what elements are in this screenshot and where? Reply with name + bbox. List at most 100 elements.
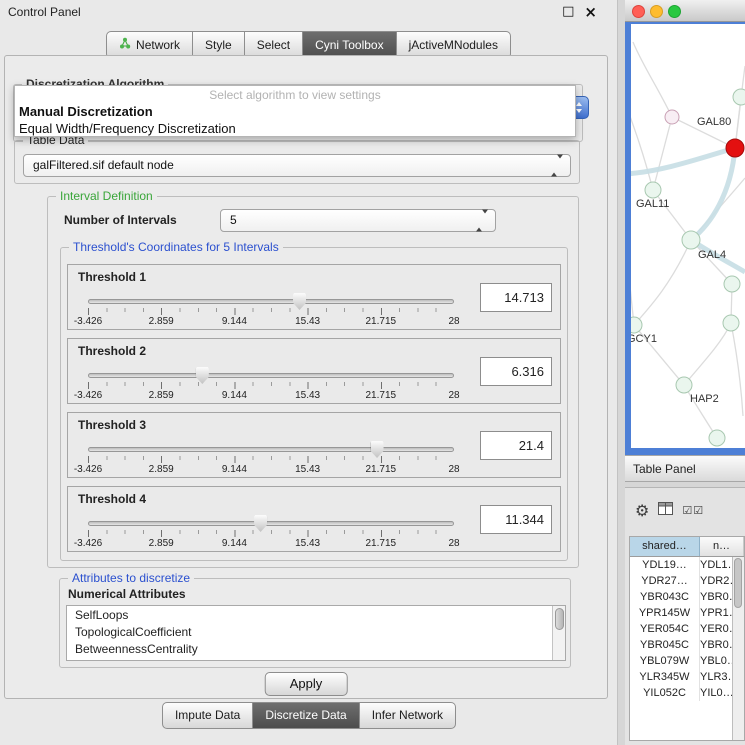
list-item[interactable]: SelfLoops [67, 607, 551, 624]
zoom-traffic-light[interactable] [668, 5, 681, 18]
table-cell[interactable]: YPR1… [700, 605, 732, 621]
network-node[interactable] [645, 182, 661, 198]
network-edge-thick [631, 148, 735, 174]
table-cell[interactable]: YLR345W [630, 669, 700, 685]
network-node[interactable] [724, 276, 740, 292]
table-cell[interactable]: YBR043C [630, 589, 700, 605]
network-node[interactable] [665, 110, 679, 124]
attributes-group-title: Attributes to discretize [68, 571, 194, 585]
network-node[interactable] [726, 139, 744, 157]
table-row[interactable]: YLR345WYLR3… [630, 669, 732, 685]
threshold-slider[interactable]: -3.4262.8599.14415.4321.71528 [80, 365, 462, 403]
threshold-slider[interactable]: -3.4262.8599.14415.4321.71528 [80, 513, 462, 551]
list-item[interactable]: TopologicalCoefficient [67, 624, 551, 641]
tab-discretize-data[interactable]: Discretize Data [253, 702, 359, 729]
columns-icon[interactable] [658, 502, 673, 518]
stepper-down-icon [576, 109, 582, 113]
table-cell[interactable]: YDR2… [700, 573, 732, 589]
slider-track[interactable] [88, 373, 454, 378]
slider-track[interactable] [88, 299, 454, 304]
network-node[interactable] [723, 315, 739, 331]
close-icon[interactable]: × [584, 0, 597, 24]
table-cell[interactable]: YDL1… [700, 557, 732, 573]
threshold-value-field[interactable]: 14.713 [480, 283, 552, 312]
table-body: YDL19…YDL1…YDR27…YDR2…YBR043CYBR0…YPR145… [630, 557, 732, 740]
algorithm-dropdown-popup: Select algorithm to view settings Manual… [14, 85, 576, 137]
apply-button[interactable]: Apply [265, 672, 348, 696]
column-header-name[interactable]: n… [700, 537, 744, 556]
table-cell[interactable]: YLR3… [700, 669, 732, 685]
table-data-combobox[interactable]: galFiltered.sif default node [23, 154, 571, 177]
gear-icon[interactable]: ⚙ [635, 501, 649, 520]
table-cell[interactable]: YDL19… [630, 557, 700, 573]
threshold-value-field[interactable]: 11.344 [480, 505, 552, 534]
tab-label: Cyni Toolbox [315, 38, 383, 52]
slider-scale-label: 28 [448, 316, 459, 327]
tab-label: Discretize Data [265, 708, 346, 722]
list-scrollbar[interactable] [552, 606, 565, 660]
table-cell[interactable]: YIL0… [700, 685, 732, 701]
slider-scale-label: 2.859 [149, 316, 174, 327]
slider-major-ticks [88, 530, 454, 537]
table-cell[interactable]: YER054C [630, 621, 700, 637]
table-cell[interactable]: YPR145W [630, 605, 700, 621]
slider-scale-label: 21.715 [366, 316, 397, 327]
tab-label: Select [257, 38, 290, 52]
table-row[interactable]: YER054CYER0… [630, 621, 732, 637]
slider-scale-label: 2.859 [149, 464, 174, 475]
network-canvas[interactable]: GAL80GAL11GAL4GCY1HAP2 [631, 24, 745, 448]
table-cell[interactable]: YBR045C [630, 637, 700, 653]
slider-track[interactable] [88, 447, 454, 452]
threshold-label: Threshold 4 [78, 492, 146, 506]
table-cell[interactable]: YIL052C [630, 685, 700, 701]
network-node[interactable] [631, 317, 642, 333]
network-edge [653, 117, 672, 190]
threshold-value-field[interactable]: 6.316 [480, 357, 552, 386]
table-cell[interactable]: YER0… [700, 621, 732, 637]
select-columns-checkboxes-icon[interactable]: ☑☑ [682, 504, 704, 517]
table-cell[interactable]: YBR0… [700, 637, 732, 653]
network-node[interactable] [709, 430, 725, 446]
tab-label: Style [205, 38, 232, 52]
algorithm-placeholder: Select algorithm to view settings [15, 86, 575, 102]
table-row[interactable]: YIL052CYIL0… [630, 685, 732, 701]
combo-arrows-icon [476, 210, 488, 231]
algorithm-option-equal-width[interactable]: Equal Width/Frequency Discretization [15, 120, 575, 137]
list-item[interactable]: BetweennessCentrality [67, 641, 551, 658]
attributes-group: Attributes to discretize Numerical Attri… [59, 578, 571, 668]
table-cell[interactable]: YBL0… [700, 653, 732, 669]
slider-scale-label: 2.859 [149, 390, 174, 401]
threshold-value-field[interactable]: 21.4 [480, 431, 552, 460]
slider-track[interactable] [88, 521, 454, 526]
algorithm-option-manual[interactable]: Manual Discretization [15, 102, 575, 120]
table-row[interactable]: YDL19…YDL1… [630, 557, 732, 573]
close-traffic-light[interactable] [632, 5, 645, 18]
table-row[interactable]: YPR145WYPR1… [630, 605, 732, 621]
number-of-intervals-combobox[interactable]: 5 [220, 209, 496, 232]
tab-impute-data[interactable]: Impute Data [162, 702, 253, 729]
threshold-slider[interactable]: -3.4262.8599.14415.4321.71528 [80, 291, 462, 329]
table-scrollbar[interactable] [732, 557, 744, 740]
minimize-traffic-light[interactable] [650, 5, 663, 18]
table-row[interactable]: YDR27…YDR2… [630, 573, 732, 589]
scrollbar-thumb[interactable] [734, 558, 742, 608]
table-cell[interactable]: YDR27… [630, 573, 700, 589]
threshold-panel-2: Threshold 2 -3.4262.8599.14415.4321.7152… [67, 338, 561, 404]
table-row[interactable]: YBR045CYBR0… [630, 637, 732, 653]
number-of-intervals-value: 5 [230, 213, 237, 227]
table-row[interactable]: YBR043CYBR0… [630, 589, 732, 605]
network-node[interactable] [733, 89, 745, 105]
table-row[interactable]: YBL079WYBL0… [630, 653, 732, 669]
float-window-icon[interactable]: □ [562, 0, 574, 24]
slider-scale-label: 9.144 [222, 464, 247, 475]
scrollbar-thumb[interactable] [555, 608, 564, 630]
network-node[interactable] [676, 377, 692, 393]
table-cell[interactable]: YBL079W [630, 653, 700, 669]
slider-scale-label: 9.144 [222, 390, 247, 401]
network-node[interactable] [682, 231, 700, 249]
table-data-selected: galFiltered.sif default node [33, 158, 174, 172]
column-header-shared-name[interactable]: shared… [630, 537, 700, 556]
threshold-slider[interactable]: -3.4262.8599.14415.4321.71528 [80, 439, 462, 477]
tab-infer-network[interactable]: Infer Network [360, 702, 456, 729]
table-cell[interactable]: YBR0… [700, 589, 732, 605]
